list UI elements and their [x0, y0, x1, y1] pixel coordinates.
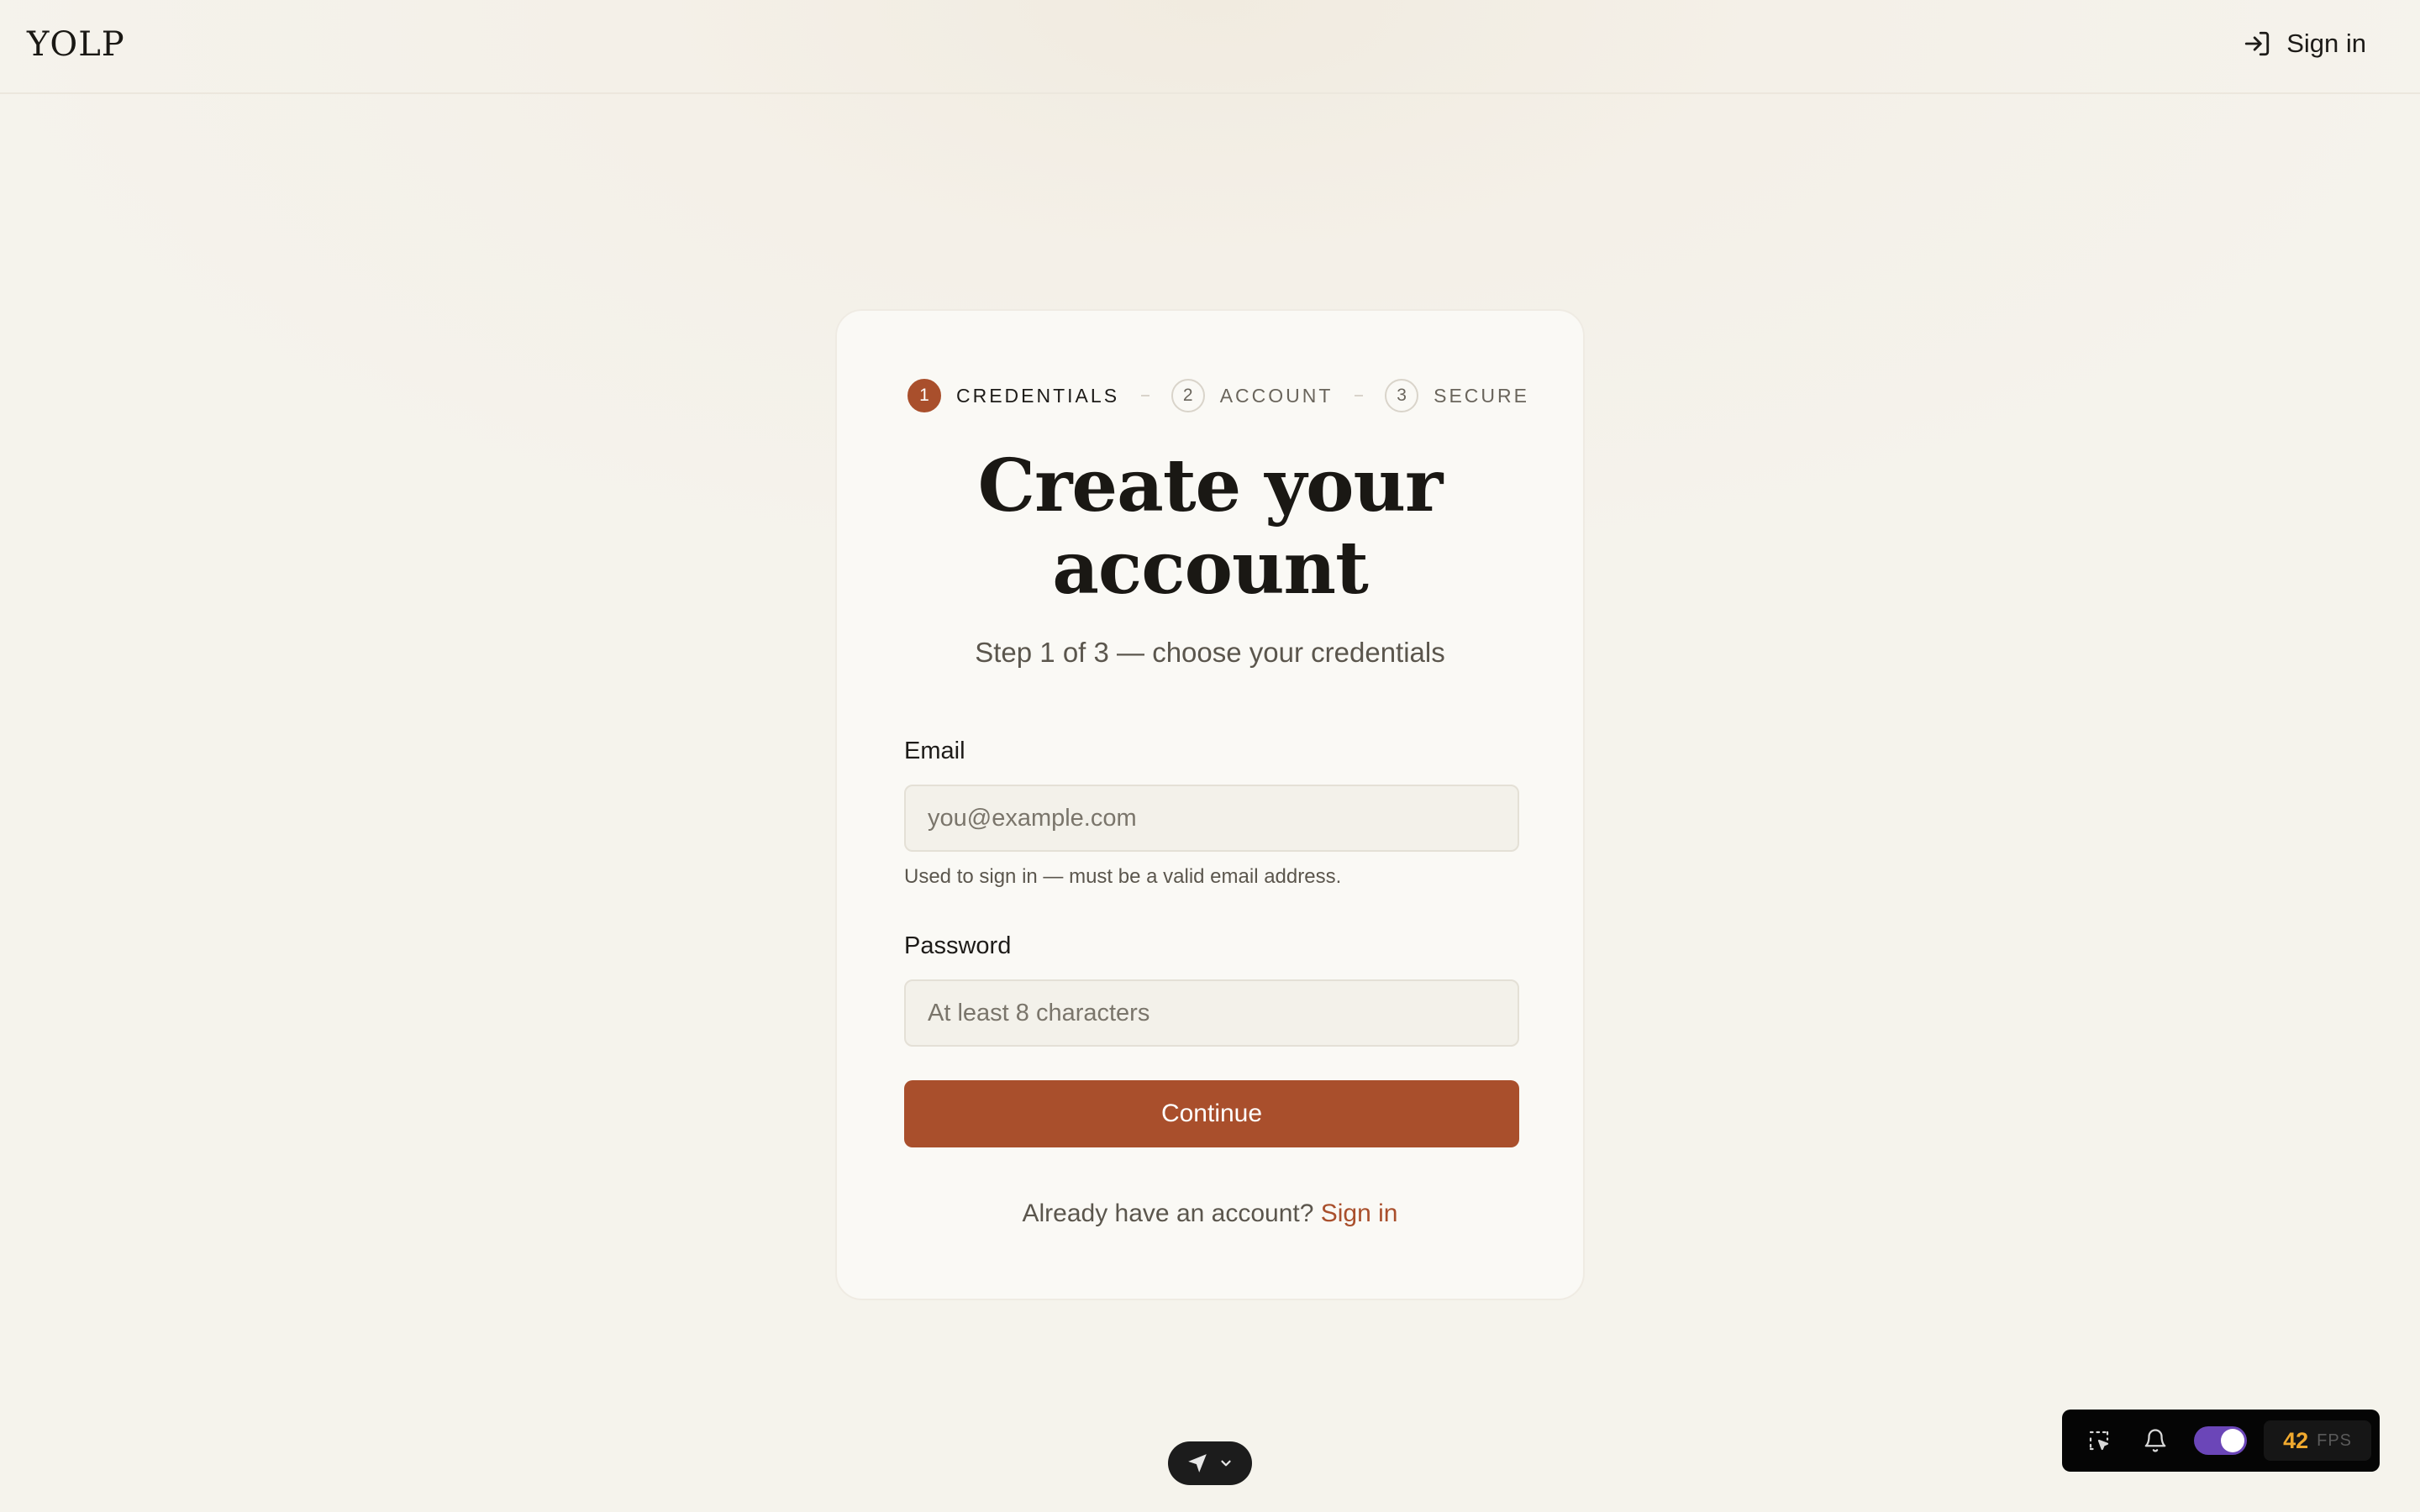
signin-link[interactable]: Sign in: [1321, 1200, 1398, 1227]
step-credentials: 1 CREDENTIALS: [908, 379, 1119, 412]
step-number: 3: [1385, 379, 1419, 412]
step-secure: 3 SECURE: [1385, 379, 1529, 412]
step-number: 2: [1171, 379, 1205, 412]
floating-send-menu[interactable]: [1168, 1441, 1252, 1485]
email-field[interactable]: [904, 785, 1519, 852]
step-label: ACCOUNT: [1219, 384, 1334, 407]
password-field[interactable]: [904, 979, 1519, 1047]
signin-prompt-text: Already have an account?: [1022, 1200, 1314, 1227]
select-tool-button[interactable]: [2077, 1418, 2121, 1463]
step-account: 2 ACCOUNT: [1171, 379, 1334, 412]
password-label: Password: [904, 932, 1012, 959]
dev-toolbar: 42 FPS: [2062, 1410, 2380, 1472]
notifications-button[interactable]: [2134, 1418, 2178, 1463]
signup-card: 1 CREDENTIALS 2 ACCOUNT 3 SECURE Create …: [835, 309, 1585, 1300]
step-label: CREDENTIALS: [956, 384, 1120, 407]
step-number: 1: [908, 379, 941, 412]
step-divider: [1141, 395, 1150, 396]
step-divider: [1355, 395, 1364, 396]
signin-prompt: Already have an account? Sign in: [837, 1200, 1583, 1228]
email-label: Email: [904, 738, 965, 764]
chevron-down-icon: [1221, 1460, 1231, 1467]
fps-counter: 42 FPS: [2264, 1420, 2371, 1461]
theme-toggle[interactable]: [2194, 1426, 2248, 1455]
select-cursor-icon: [2089, 1431, 2108, 1451]
send-icon: [1188, 1454, 1207, 1473]
logo[interactable]: YOLP: [27, 25, 125, 64]
toggle-knob: [2221, 1429, 2245, 1452]
header-signin-label: Sign in: [2286, 29, 2366, 58]
step-label: SECURE: [1434, 384, 1529, 407]
page-title: Create your account: [837, 445, 1583, 610]
login-icon: [2245, 31, 2270, 56]
page-title-line2: account: [1052, 526, 1369, 611]
page-subtitle: Step 1 of 3 — choose your credentials: [975, 637, 1445, 668]
header-signin-button[interactable]: Sign in: [2243, 29, 2366, 59]
stepper: 1 CREDENTIALS 2 ACCOUNT 3 SECURE: [908, 378, 1529, 413]
email-hint: Used to sign in — must be a valid email …: [904, 865, 1342, 888]
bell-icon: [2144, 1429, 2166, 1452]
fps-value: 42: [2283, 1427, 2309, 1453]
top-header: YOLP Sign in: [0, 0, 2420, 94]
page-title-line1: Create your: [977, 444, 1444, 528]
fps-unit: FPS: [2317, 1431, 2353, 1450]
continue-button[interactable]: Continue: [904, 1080, 1519, 1147]
